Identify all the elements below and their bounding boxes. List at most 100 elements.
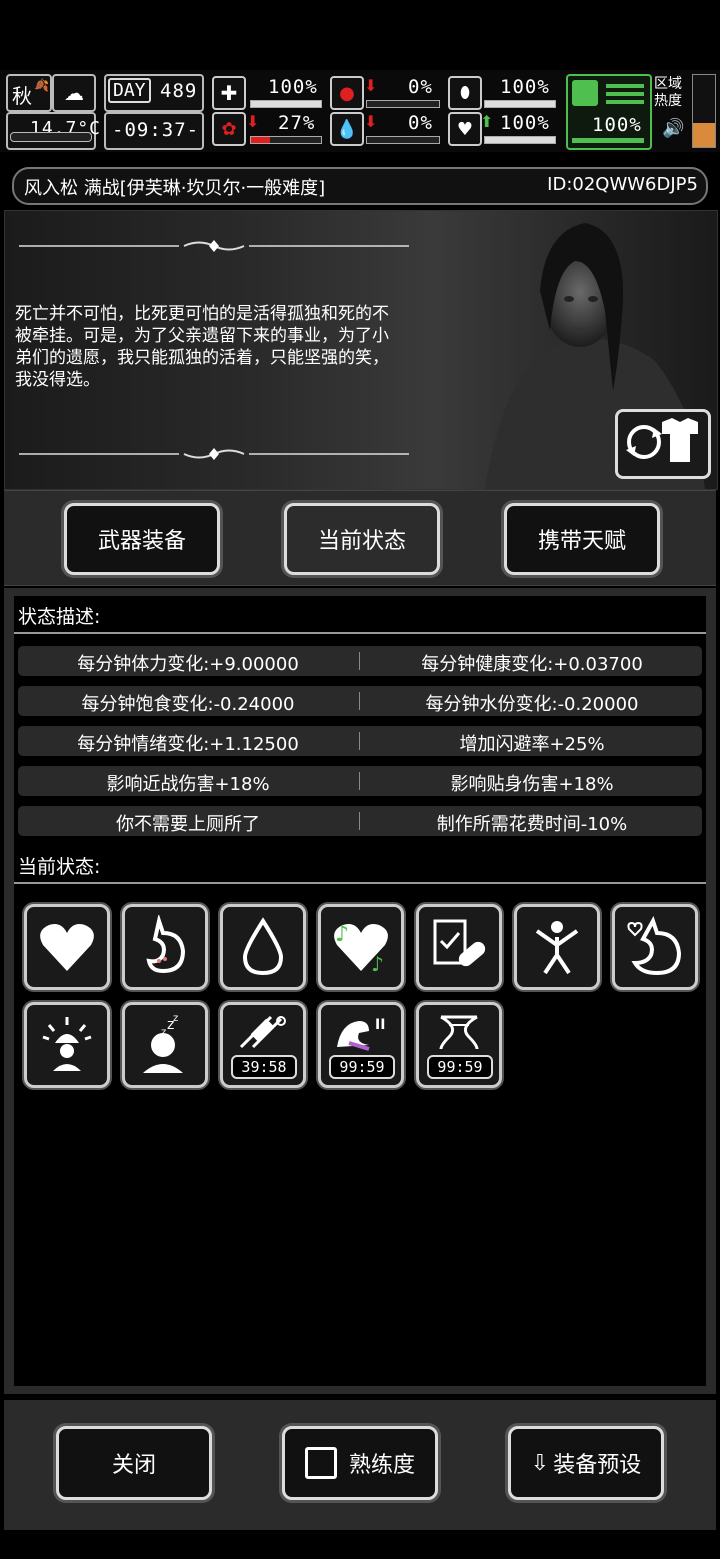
season-label: 秋 — [12, 84, 32, 108]
tab-row: 武器装备 当前状态 携带天赋 — [4, 490, 716, 586]
boot-icon — [572, 80, 598, 106]
proficiency-label: 熟练度 — [348, 1453, 415, 1478]
day-label: DAY — [108, 78, 151, 103]
arrow-up-icon: ⬆ — [480, 112, 494, 131]
status-mood-heart-icon[interactable]: ♪ ♪ — [318, 904, 404, 990]
brain-bar — [250, 136, 322, 144]
stat-row: 每分钟饱食变化:-0.24000 每分钟水份变化:-0.20000 — [18, 686, 702, 716]
speaker-icon[interactable]: 🔊 — [662, 118, 684, 139]
health-bar — [484, 136, 556, 144]
heart-icon: ♥ — [448, 112, 482, 146]
svg-text:z: z — [161, 1027, 166, 1038]
equipment-preset-button[interactable]: ⇩ 装备预设 — [508, 1426, 664, 1500]
stamina-bar — [484, 100, 556, 108]
brain-icon: ✿ — [212, 112, 246, 146]
zone-heat-label: 区域 热度 — [654, 76, 690, 110]
status-panel: 状态描述: 每分钟体力变化:+9.00000 每分钟健康变化:+0.03700 … — [4, 588, 716, 1394]
blood-value: 0% — [408, 112, 433, 134]
stat-cell: 影响近战伤害+18% — [106, 774, 270, 795]
stat-cell: 每分钟健康变化:+0.03700 — [421, 654, 643, 675]
character-portrait-panel: 死亡并不可怕，比死更可怕的是活得孤独和死的不被牵挂。可是，为了父亲遗留下来的事业… — [4, 210, 718, 490]
stat-cell: 你不需要上厕所了 — [116, 814, 260, 835]
footer-bar: 关闭 熟练度 ⇩ 装备预设 — [4, 1400, 716, 1530]
svg-text:♪: ♪ — [335, 922, 349, 947]
stat-cell: 增加闪避率+25% — [459, 734, 605, 755]
medical-bar — [250, 100, 322, 108]
thermometer-icon — [10, 132, 92, 142]
status-stomach-icon[interactable] — [122, 904, 208, 990]
stat-cell: 影响贴身伤害+18% — [450, 774, 614, 795]
stat-row: 每分钟体力变化:+9.00000 每分钟健康变化:+0.03700 — [18, 646, 702, 676]
status-sleepy-icon[interactable]: zzz — [122, 1002, 208, 1088]
season-box: 秋 🍂 — [6, 74, 52, 112]
status-dna-icon[interactable]: 99:59 — [416, 1002, 502, 1088]
day-number: 489 — [160, 80, 198, 102]
ornament-divider-bottom — [19, 448, 409, 460]
arrow-down-icon: ⬇ — [246, 112, 260, 131]
svg-text:II: II — [375, 1017, 385, 1033]
tab-weapon-equipment[interactable]: 武器装备 — [64, 503, 220, 575]
ornament-divider-top — [19, 240, 409, 252]
close-button[interactable]: 关闭 — [56, 1426, 212, 1500]
stamina-value: 100% — [500, 76, 550, 98]
blood-drop-icon: 💧 — [330, 112, 364, 146]
status-timer: 39:58 — [231, 1055, 297, 1079]
download-tray-icon: ⇩ — [530, 1450, 550, 1476]
energy-value: 100% — [592, 114, 642, 136]
blood-bar — [366, 136, 440, 144]
stat-row: 影响近战伤害+18% 影响贴身伤害+18% — [18, 766, 702, 796]
clock-box: -09:37- — [104, 112, 204, 150]
character-title-bar: 风入松 满战[伊芙琳·坎贝尔·一般难度] ID:02QWW6DJP5 — [12, 167, 708, 205]
hunger-value: 0% — [408, 76, 433, 98]
svg-text:z: z — [173, 1013, 178, 1024]
zone-heat-meter — [692, 74, 716, 148]
status-alert-person-icon[interactable] — [24, 1002, 110, 1088]
section-title: 当前状态: — [18, 856, 101, 878]
status-full-stomach-icon[interactable] — [612, 904, 698, 990]
status-heart-icon[interactable] — [24, 904, 110, 990]
status-muscle-buff-icon[interactable]: II 99:59 — [318, 1002, 404, 1088]
status-injection-icon[interactable]: 39:58 — [220, 1002, 306, 1088]
current-status-heading: 当前状态: — [14, 846, 706, 884]
stat-row: 每分钟情绪变化:+1.12500 增加闪避率+25% — [18, 726, 702, 756]
status-panel-inner[interactable]: 状态描述: 每分钟体力变化:+9.00000 每分钟健康变化:+0.03700 … — [14, 596, 706, 1386]
svg-text:♪: ♪ — [371, 952, 384, 976]
stat-cell: 每分钟水份变化:-0.20000 — [425, 694, 639, 715]
leaf-icon: 🍂 — [34, 78, 49, 92]
hunger-bar — [366, 100, 440, 108]
stat-cell: 每分钟饱食变化:-0.24000 — [81, 694, 295, 715]
status-description-heading: 状态描述: — [14, 596, 706, 634]
arrow-down-icon: ⬇ — [364, 76, 378, 95]
status-water-drop-icon[interactable] — [220, 904, 306, 990]
stat-row: 你不需要上厕所了 制作所需花费时间-10% — [18, 806, 702, 836]
change-outfit-button[interactable] — [615, 409, 711, 479]
energy-box: 100% — [566, 74, 652, 150]
zone-heat-line2: 热度 — [654, 93, 682, 109]
character-quote: 死亡并不可怕，比死更可怕的是活得孤独和死的不被牵挂。可是，为了父亲遗留下来的事业… — [15, 304, 389, 390]
stat-cell: 每分钟情绪变化:+1.12500 — [77, 734, 299, 755]
character-title: 风入松 满战[伊芙琳·坎贝尔·一般难度] — [24, 178, 326, 199]
stomach-icon: ● — [330, 76, 364, 110]
capsule-icon: ⬮ — [448, 76, 482, 110]
zone-heat-line1: 区域 — [654, 76, 682, 92]
player-id: ID:02QWW6DJP5 — [547, 174, 698, 195]
status-medicine-icon[interactable] — [416, 904, 502, 990]
status-timer: 99:59 — [427, 1055, 493, 1079]
outfit-swap-icon — [626, 418, 698, 462]
status-excited-person-icon[interactable] — [514, 904, 600, 990]
brain-value: 27% — [278, 112, 316, 134]
medical-value: 100% — [268, 76, 318, 98]
weather-cloudy-icon: ☁ — [52, 74, 96, 112]
proficiency-button[interactable]: 熟练度 — [282, 1426, 438, 1500]
tab-current-status[interactable]: 当前状态 — [284, 503, 440, 575]
medkit-icon: ✚ — [212, 76, 246, 110]
section-title: 状态描述: — [18, 606, 101, 628]
temperature-box: 14.7°C — [6, 112, 100, 150]
tab-carried-talents[interactable]: 携带天赋 — [504, 503, 660, 575]
day-box: DAY 489 — [104, 74, 204, 112]
equipment-preset-label: 装备预设 — [553, 1453, 642, 1478]
book-stand-icon — [304, 1447, 337, 1479]
health-value: 100% — [500, 112, 550, 134]
clock-value: -09:37- — [112, 119, 200, 141]
arrow-down-icon: ⬇ — [364, 112, 378, 131]
